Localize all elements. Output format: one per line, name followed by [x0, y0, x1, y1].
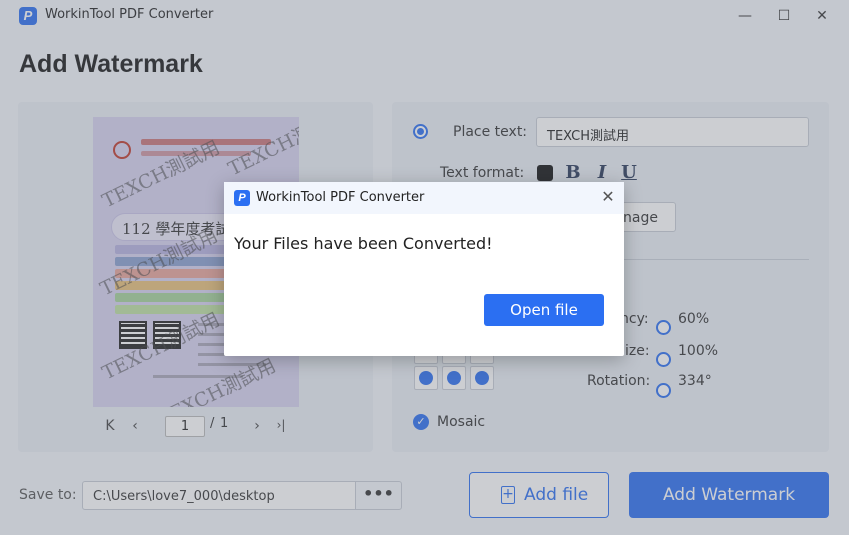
- dialog-title: WorkinTool PDF Converter: [256, 190, 425, 205]
- conversion-complete-dialog: P WorkinTool PDF Converter ✕ Your Files …: [224, 182, 624, 356]
- dialog-close-icon[interactable]: ✕: [598, 187, 618, 207]
- dialog-logo-icon: P: [234, 190, 250, 206]
- dialog-message: Your Files have been Converted!: [234, 234, 493, 253]
- open-file-button[interactable]: Open file: [484, 294, 604, 326]
- dialog-title-bar: P WorkinTool PDF Converter ✕: [224, 182, 624, 214]
